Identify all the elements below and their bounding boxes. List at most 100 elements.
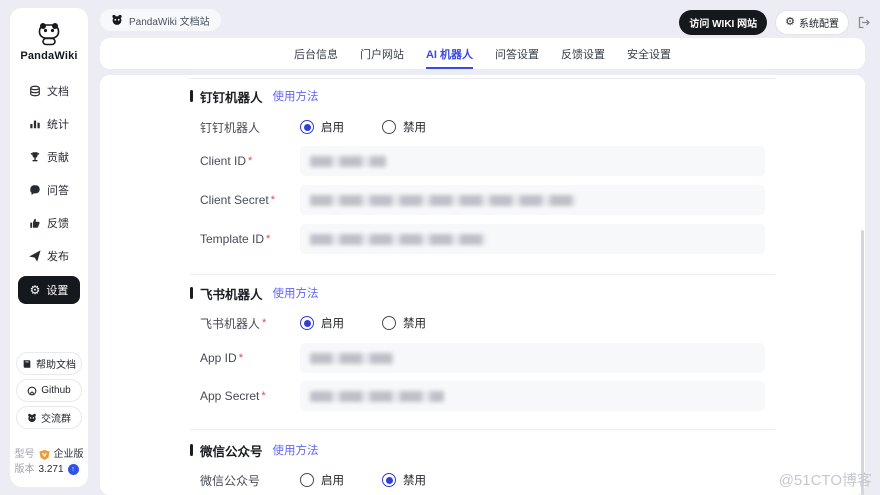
section-dingtalk-header: 钉钉机器人 使用方法 (190, 88, 319, 105)
radio-enable-label: 启用 (321, 475, 344, 487)
radio-disable-label: 禁用 (403, 475, 426, 487)
panda-mini-icon (112, 14, 122, 25)
trophy-icon (30, 151, 40, 161)
required-asterisk: * (262, 317, 267, 329)
gear-icon: ⚙ (29, 283, 41, 297)
sidebar-item-label: 贡献 (47, 151, 69, 164)
panda-face-icon (28, 413, 36, 422)
docs-icon (30, 85, 40, 96)
usage-link[interactable]: 使用方法 (273, 442, 319, 458)
sidebar-item-contribution[interactable]: 贡献 (29, 140, 69, 173)
system-config-button[interactable]: ⚙ 系统配置 (775, 10, 849, 35)
field-label: Client Secret * (200, 193, 275, 207)
logout-icon (858, 16, 870, 29)
field-label: Template ID * (200, 232, 271, 246)
radio-disable[interactable] (382, 473, 396, 487)
community-button[interactable]: 交流群 (16, 406, 82, 429)
divider (190, 78, 775, 79)
sidebar-item-label: 问答 (47, 184, 69, 197)
logout-button[interactable] (857, 16, 870, 29)
usage-link[interactable]: 使用方法 (273, 88, 319, 104)
sidebar-item-feedback[interactable]: 反馈 (29, 206, 69, 239)
required-asterisk: * (238, 352, 243, 364)
masked-value (310, 390, 444, 402)
section-wechat-header: 微信公众号 使用方法 (190, 442, 319, 459)
field-label: App ID * (200, 351, 243, 365)
breadcrumb[interactable]: PandaWiki 文档站 (100, 9, 221, 31)
masked-value (310, 194, 576, 206)
help-docs-button[interactable]: 帮助文档 (16, 352, 82, 375)
radio-disable-label: 禁用 (403, 318, 426, 330)
sidebar-item-settings[interactable]: ⚙ 设置 (18, 276, 80, 304)
required-asterisk: * (270, 194, 275, 206)
section-title: 钉钉机器人 (200, 90, 263, 105)
sidebar-item-label: 文档 (47, 85, 69, 98)
settings-panel: 钉钉机器人 使用方法 钉钉机器人 启用 禁用 Client ID * Client… (100, 75, 865, 495)
section-feishu-header: 飞书机器人 使用方法 (190, 285, 319, 302)
pandawiki-admin-app: PandaWiki 文档 统计 贡献 问答 反馈 发布 ⚙ 设置 帮助文档 Gi… (0, 0, 880, 495)
sidebar-item-docs[interactable]: 文档 (29, 74, 69, 107)
scrollbar-thumb[interactable] (861, 230, 864, 495)
radio-disable-label: 禁用 (403, 122, 426, 134)
version-update-badge[interactable]: ↑ (67, 464, 79, 475)
tab-ai-bot[interactable]: AI 机器人 (425, 38, 474, 69)
sidebar-item-label: 发布 (47, 250, 69, 263)
sidebar: PandaWiki 文档 统计 贡献 问答 反馈 发布 ⚙ 设置 帮助文档 Gi… (10, 8, 88, 487)
tab-qa-settings[interactable]: 问答设置 (495, 38, 539, 69)
settings-tab-bar: 后台信息 门户网站 AI 机器人 问答设置 反馈设置 安全设置 (100, 38, 865, 69)
tab-feedback-settings[interactable]: 反馈设置 (561, 38, 605, 69)
divider (190, 274, 775, 275)
radio-enable[interactable] (300, 473, 314, 487)
radio-enable-label: 启用 (321, 122, 344, 134)
github-button[interactable]: Github (16, 379, 82, 402)
book-icon (23, 359, 31, 368)
visit-wiki-button[interactable]: 访问 WIKI 网站 (679, 10, 768, 35)
radio-enable[interactable] (300, 120, 314, 134)
github-label: Github (41, 385, 71, 396)
usage-link[interactable]: 使用方法 (273, 285, 319, 301)
masked-value (310, 233, 486, 245)
divider (190, 429, 775, 430)
sidebar-footer: 帮助文档 Github 交流群 型号 企业版 版本 3.271 ↑ (15, 352, 84, 477)
sidebar-item-qa[interactable]: 问答 (29, 173, 69, 206)
radio-enable[interactable] (300, 316, 314, 330)
tab-backend-info[interactable]: 后台信息 (294, 38, 338, 69)
masked-value (310, 352, 394, 364)
sidebar-item-stats[interactable]: 统计 (29, 107, 69, 140)
stats-icon (30, 120, 40, 128)
sidebar-item-publish[interactable]: 发布 (29, 239, 69, 272)
watermark: @51CTO博客 (778, 472, 872, 489)
sidebar-menu: 文档 统计 贡献 问答 反馈 发布 ⚙ 设置 (10, 74, 88, 304)
client-id-input[interactable] (300, 146, 765, 176)
tab-security-settings[interactable]: 安全设置 (627, 38, 671, 69)
logo-area: PandaWiki (20, 20, 77, 62)
sidebar-item-label: 统计 (47, 118, 69, 131)
toggle-label: 微信公众号 (200, 473, 261, 488)
app-id-input[interactable] (300, 343, 765, 373)
template-id-input[interactable] (300, 224, 765, 254)
radio-enable-label: 启用 (321, 318, 344, 330)
client-secret-input[interactable] (300, 185, 765, 215)
model-value: 企业版 (53, 449, 84, 460)
topbar-actions: 访问 WIKI 网站 ⚙ 系统配置 (679, 10, 870, 35)
app-secret-input[interactable] (300, 381, 765, 411)
sidebar-item-label: 反馈 (47, 217, 69, 230)
field-label: App Secret * (200, 389, 266, 403)
toggle-label: 钉钉机器人 (200, 120, 261, 135)
radio-disable[interactable] (382, 316, 396, 330)
wechat-toggle-row: 微信公众号 启用 禁用 (200, 471, 775, 489)
masked-value (310, 155, 386, 167)
section-title: 飞书机器人 (200, 287, 263, 302)
section-title: 微信公众号 (200, 444, 263, 459)
radio-disable[interactable] (382, 120, 396, 134)
breadcrumb-label: PandaWiki 文档站 (129, 16, 210, 28)
required-asterisk: * (261, 390, 266, 402)
toggle-label: 飞书机器人 (200, 316, 261, 331)
feishu-toggle-row: 飞书机器人 * 启用 禁用 (200, 314, 775, 332)
section-bar (190, 90, 193, 102)
help-docs-label: 帮助文档 (36, 360, 76, 371)
github-icon (27, 386, 37, 395)
tab-portal-site[interactable]: 门户网站 (360, 38, 404, 69)
dingtalk-toggle-row: 钉钉机器人 启用 禁用 (200, 118, 775, 136)
chat-bubble-icon (30, 184, 40, 195)
